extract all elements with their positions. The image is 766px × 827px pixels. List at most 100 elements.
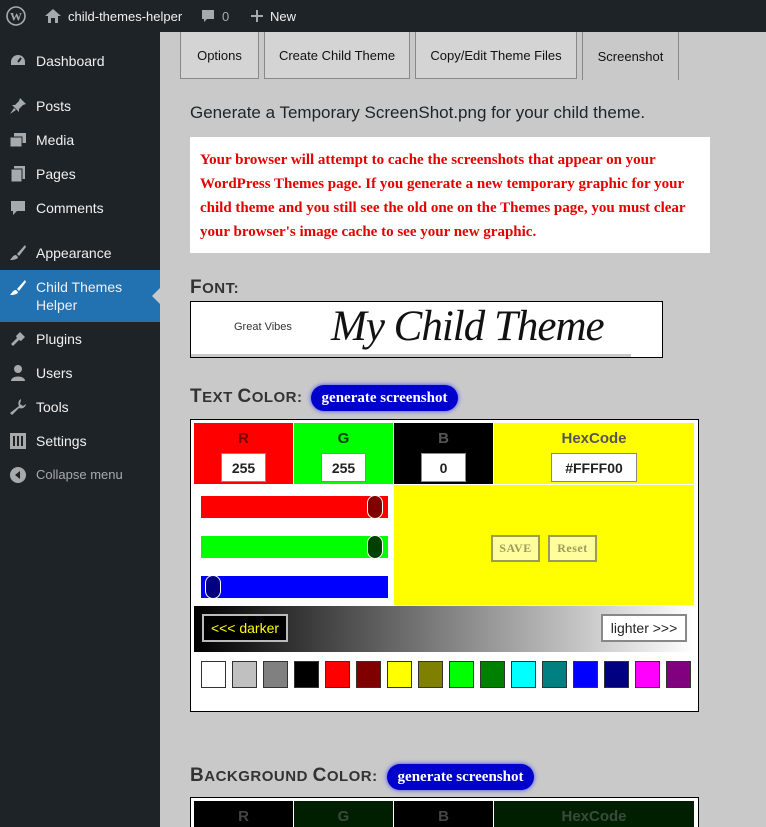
home-icon bbox=[45, 9, 61, 23]
blue-label: B bbox=[438, 430, 449, 447]
blue-channel: B 0 bbox=[394, 423, 493, 484]
red-channel: R 255 bbox=[194, 423, 293, 484]
blue-slider[interactable] bbox=[201, 575, 388, 599]
sidebar-item-appearance[interactable]: Appearance bbox=[0, 242, 160, 264]
sidebar-item-users[interactable]: Users bbox=[0, 362, 160, 384]
site-name-link[interactable]: child-themes-helper bbox=[44, 0, 182, 32]
green-value-input[interactable]: 255 bbox=[321, 453, 366, 482]
background-color-picker: R G B HexCode bbox=[190, 797, 699, 827]
blue-value-input[interactable]: 0 bbox=[421, 453, 466, 482]
sidebar-item-label: Media bbox=[36, 132, 75, 148]
sidebar-item-pages[interactable]: Pages bbox=[0, 163, 160, 185]
color-swatch[interactable] bbox=[511, 661, 536, 688]
label-rest: OLOR: bbox=[326, 768, 378, 785]
color-swatch[interactable] bbox=[387, 661, 412, 688]
media-icon bbox=[9, 131, 27, 149]
sidebar-item-label: Child Themes Helper bbox=[36, 279, 123, 313]
sidebar-item-child-themes-helper[interactable]: Child Themes Helper bbox=[0, 270, 160, 322]
color-swatch[interactable] bbox=[201, 661, 226, 688]
red-slider-thumb[interactable] bbox=[367, 495, 383, 519]
sidebar-item-media[interactable]: Media bbox=[0, 129, 160, 151]
sidebar-item-dashboard[interactable]: Dashboard bbox=[0, 50, 160, 72]
wordpress-logo-icon[interactable]: W bbox=[6, 0, 28, 32]
darker-button[interactable]: <<< darker bbox=[202, 614, 288, 642]
font-label-rest: ONT: bbox=[202, 280, 240, 297]
hexcode-channel: HexCode #FFFF00 bbox=[494, 423, 694, 484]
comment-count: 0 bbox=[222, 8, 230, 24]
green-channel: G 255 bbox=[294, 423, 393, 484]
generate-screenshot-button[interactable]: generate screenshot bbox=[311, 385, 458, 411]
sidebar-item-label: Settings bbox=[36, 433, 87, 449]
red-label: R bbox=[238, 430, 249, 447]
lighter-button[interactable]: lighter >>> bbox=[601, 614, 687, 642]
active-indicator bbox=[152, 288, 160, 304]
sidebar-item-label: Plugins bbox=[36, 331, 82, 347]
sidebar-item-comments[interactable]: Comments bbox=[0, 197, 160, 219]
color-swatch[interactable] bbox=[604, 661, 629, 688]
text-color-picker: R 255 G 255 B 0 HexCode #FFFF00 SAVE Res… bbox=[190, 419, 699, 712]
color-swatch[interactable] bbox=[294, 661, 319, 688]
brush-icon bbox=[9, 279, 27, 297]
save-color-button[interactable]: SAVE bbox=[491, 535, 540, 562]
color-swatch[interactable] bbox=[263, 661, 288, 688]
label-initial: T bbox=[190, 386, 203, 407]
green-label: G bbox=[337, 430, 350, 447]
tab-options[interactable]: Options bbox=[180, 32, 259, 79]
settings-icon bbox=[9, 432, 27, 450]
sidebar-item-label: Dashboard bbox=[36, 53, 105, 69]
sidebar-item-plugins[interactable]: Plugins bbox=[0, 328, 160, 350]
new-content-link[interactable]: New bbox=[250, 0, 296, 32]
label-initial: C bbox=[312, 765, 327, 786]
font-scrollbar[interactable] bbox=[191, 354, 631, 357]
bg-blue-channel: B bbox=[394, 801, 493, 827]
sidebar-item-settings[interactable]: Settings bbox=[0, 430, 160, 452]
tab-copy-edit-theme-files[interactable]: Copy/Edit Theme Files bbox=[415, 32, 577, 79]
tab-create-child-theme[interactable]: Create Child Theme bbox=[264, 32, 410, 79]
font-section-label: FONT: bbox=[190, 277, 239, 299]
color-swatch[interactable] bbox=[480, 661, 505, 688]
brush-icon bbox=[9, 244, 27, 262]
blue-slider-thumb[interactable] bbox=[205, 575, 221, 599]
color-swatch[interactable] bbox=[542, 661, 567, 688]
label-rest: ACKGROUND bbox=[204, 768, 313, 785]
bg-red-label: R bbox=[238, 808, 249, 825]
color-swatch[interactable] bbox=[418, 661, 443, 688]
hexcode-input[interactable]: #FFFF00 bbox=[551, 453, 637, 482]
svg-text:W: W bbox=[10, 10, 22, 24]
font-selector[interactable]: Great Vibes My Child Theme bbox=[190, 301, 663, 358]
green-slider[interactable] bbox=[201, 535, 388, 559]
sidebar-item-label: Appearance bbox=[36, 245, 112, 261]
color-swatch[interactable] bbox=[666, 661, 691, 688]
admin-bar: W child-themes-helper 0 New bbox=[0, 0, 766, 32]
red-value-input[interactable]: 255 bbox=[221, 453, 266, 482]
color-swatch[interactable] bbox=[356, 661, 381, 688]
collapse-menu-button[interactable]: Collapse menu bbox=[0, 464, 160, 486]
color-swatch[interactable] bbox=[635, 661, 660, 688]
label-initial: B bbox=[190, 765, 205, 786]
sidebar-item-label: Tools bbox=[36, 399, 69, 415]
sidebar-item-tools[interactable]: Tools bbox=[0, 396, 160, 418]
comments-link[interactable]: 0 bbox=[200, 0, 229, 32]
sidebar-item-label: Users bbox=[36, 365, 73, 381]
green-slider-thumb[interactable] bbox=[367, 535, 383, 559]
generate-screenshot-button-background[interactable]: generate screenshot bbox=[387, 764, 534, 790]
bg-blue-label: B bbox=[438, 808, 449, 825]
main-content: Options Create Child Theme Copy/Edit The… bbox=[160, 32, 766, 827]
color-swatch[interactable] bbox=[573, 661, 598, 688]
plus-icon bbox=[251, 10, 263, 22]
red-slider[interactable] bbox=[201, 495, 388, 519]
reset-color-button[interactable]: Reset bbox=[548, 535, 597, 562]
dashboard-icon bbox=[9, 52, 27, 70]
color-swatch[interactable] bbox=[449, 661, 474, 688]
cache-notice: Your browser will attempt to cache the s… bbox=[190, 137, 710, 253]
sidebar-item-label: Comments bbox=[36, 200, 104, 216]
comment-icon bbox=[202, 10, 214, 22]
bg-green-channel: G bbox=[294, 801, 393, 827]
sidebar-item-posts[interactable]: Posts bbox=[0, 95, 160, 117]
color-swatch[interactable] bbox=[232, 661, 257, 688]
comment-icon bbox=[9, 199, 27, 217]
label-initial: C bbox=[237, 386, 252, 407]
tab-screenshot[interactable]: Screenshot bbox=[582, 32, 679, 80]
font-label-first: F bbox=[190, 277, 203, 298]
color-swatch[interactable] bbox=[325, 661, 350, 688]
